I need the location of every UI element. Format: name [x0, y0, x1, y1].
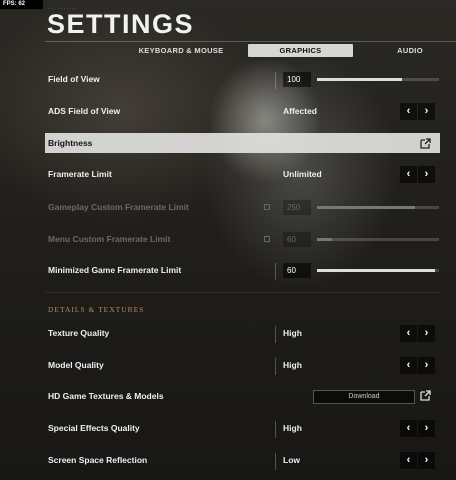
chevron-right-icon[interactable]: › [418, 452, 435, 469]
row-label: Framerate Limit [48, 169, 112, 179]
row-field-of-view[interactable]: Field of View 100 [45, 68, 440, 92]
divider [275, 358, 276, 375]
row-brightness[interactable]: Brightness [45, 133, 440, 153]
row-label: Gameplay Custom Framerate Limit [48, 202, 189, 212]
section-divider [45, 292, 440, 293]
section-header-details-textures: DETAILS & TEXTURES [48, 305, 145, 314]
texture-quality-value: High [283, 328, 302, 338]
chevron-left-icon[interactable]: ‹ [400, 325, 417, 342]
tab-audio[interactable]: AUDIO [380, 44, 440, 57]
divider [275, 326, 276, 343]
minimized-framerate-value[interactable]: 60 [283, 263, 311, 278]
row-framerate-limit[interactable]: Framerate Limit Unlimited ‹ › [45, 163, 440, 187]
tab-keyboard-mouse[interactable]: KEYBOARD & MOUSE [131, 44, 231, 57]
chevron-left-icon[interactable]: ‹ [400, 420, 417, 437]
special-effects-value: High [283, 423, 302, 433]
row-label: Field of View [48, 74, 100, 84]
row-model-quality[interactable]: Model Quality High ‹ › [45, 354, 440, 378]
chevron-left-icon[interactable]: ‹ [400, 103, 417, 120]
lock-icon [264, 204, 270, 210]
fov-slider[interactable] [317, 78, 439, 81]
row-label: ADS Field of View [48, 106, 121, 116]
chevron-right-icon[interactable]: › [418, 420, 435, 437]
tab-bar: KEYBOARD & MOUSE GRAPHICS AUDIO [45, 41, 456, 58]
fov-slider-fill [317, 78, 403, 81]
chevron-left-icon[interactable]: ‹ [400, 452, 417, 469]
chevron-left-icon[interactable]: ‹ [400, 166, 417, 183]
framerate-limit-value: Unlimited [283, 169, 322, 179]
row-minimized-framerate[interactable]: Minimized Game Framerate Limit 60 [45, 259, 440, 283]
row-label: Brightness [48, 138, 93, 148]
download-button[interactable]: Download [313, 390, 415, 404]
row-ads-field-of-view[interactable]: ADS Field of View Affected ‹ › [45, 100, 440, 124]
chevron-left-icon[interactable]: ‹ [400, 357, 417, 374]
ads-fov-value: Affected [283, 106, 318, 116]
external-link-icon[interactable] [420, 138, 431, 149]
row-hd-textures[interactable]: HD Game Textures & Models Download [45, 385, 440, 409]
row-screen-space-reflection[interactable]: Screen Space Reflection Low ‹ › [45, 449, 440, 473]
fov-value-input[interactable]: 100 [283, 72, 311, 87]
row-label: Screen Space Reflection [48, 455, 148, 465]
divider [275, 453, 276, 470]
slider-fill [317, 238, 332, 241]
slider-fill [317, 206, 415, 209]
lock-icon [264, 236, 270, 242]
model-quality-value: High [283, 360, 302, 370]
gameplay-framerate-slider [317, 206, 439, 209]
menu-framerate-slider [317, 238, 439, 241]
row-menu-custom-framerate: Menu Custom Framerate Limit 60 [45, 228, 440, 252]
row-label: Model Quality [48, 360, 104, 370]
page-title: SETTINGS [47, 9, 195, 39]
row-label: Texture Quality [48, 328, 110, 338]
external-link-icon[interactable] [420, 390, 431, 401]
row-label: Special Effects Quality [48, 423, 140, 433]
row-label: Minimized Game Framerate Limit [48, 265, 182, 275]
divider [275, 263, 276, 280]
divider [275, 421, 276, 438]
row-gameplay-custom-framerate: Gameplay Custom Framerate Limit 250 [45, 196, 440, 220]
chevron-right-icon[interactable]: › [418, 325, 435, 342]
row-label: HD Game Textures & Models [48, 391, 164, 401]
row-special-effects-quality[interactable]: Special Effects Quality High ‹ › [45, 417, 440, 441]
tab-graphics[interactable]: GRAPHICS [248, 44, 353, 57]
chevron-right-icon[interactable]: › [418, 103, 435, 120]
slider-fill [317, 269, 436, 272]
fps-counter: FPS: 62 [0, 0, 43, 9]
row-label: Menu Custom Framerate Limit [48, 234, 171, 244]
ssr-value: Low [283, 455, 300, 465]
minimized-framerate-slider[interactable] [317, 269, 439, 272]
gameplay-framerate-value: 250 [283, 200, 311, 215]
divider [275, 72, 276, 89]
chevron-right-icon[interactable]: › [418, 166, 435, 183]
row-texture-quality[interactable]: Texture Quality High ‹ › [45, 322, 440, 346]
menu-framerate-value: 60 [283, 232, 311, 247]
chevron-right-icon[interactable]: › [418, 357, 435, 374]
